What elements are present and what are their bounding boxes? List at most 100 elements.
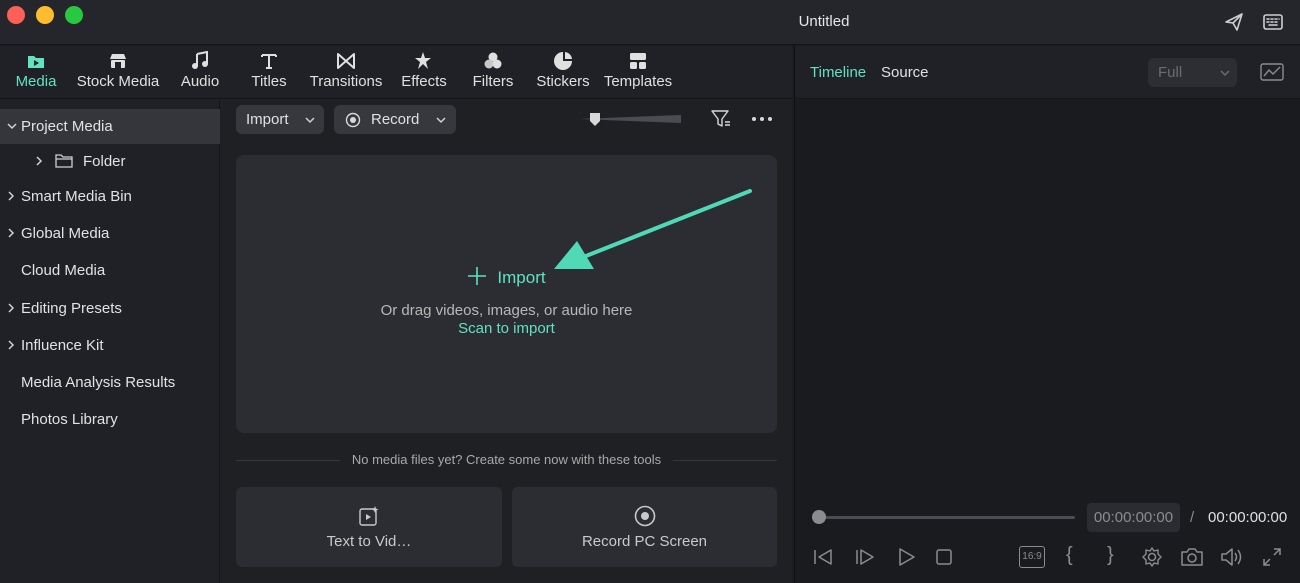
record-pc-screen-label: Record PC Screen [581,533,708,550]
media-panel: Media Stock Media Audio Titles Transitio… [0,46,792,583]
sidebar-item-label: Global Media [21,225,110,242]
title-bar: Untitled [0,0,1300,45]
media-content: Import Record Import Or drag videos, ima… [221,100,792,583]
chevron-down-icon [436,117,446,124]
sidebar-item-folder[interactable]: Folder [0,144,220,179]
sidebar-item-cloud-media[interactable]: Cloud Media [0,253,220,288]
zoom-window-button[interactable] [65,6,83,24]
settings-gear-icon[interactable] [1141,546,1163,568]
tab-source[interactable]: Source [881,64,929,81]
next-frame-icon[interactable] [854,546,876,568]
more-options-icon[interactable] [750,110,774,128]
import-link[interactable]: Import [236,266,777,288]
chevron-down-icon[interactable] [7,121,17,131]
sidebar-item-editing-presets[interactable]: Editing Presets [0,291,220,326]
filter-icon[interactable] [710,108,732,130]
drag-drop-hint: Or drag videos, images, or audio here [380,302,633,319]
previous-frame-icon[interactable] [812,546,834,568]
volume-icon[interactable] [1219,546,1243,568]
stop-icon[interactable] [933,546,955,568]
sidebar-item-smart-media-bin[interactable]: Smart Media Bin [0,179,220,214]
media-folder-icon [28,56,44,68]
import-drop-zone[interactable]: Import Or drag videos, images, or audio … [236,155,777,433]
sidebar-item-label: Folder [83,153,126,170]
sidebar-item-label: Smart Media Bin [21,188,132,205]
tab-stickers[interactable]: Stickers [532,46,594,99]
sidebar-item-label: Photos Library [21,411,118,428]
tab-titles[interactable]: Titles [244,46,294,99]
chevron-right-icon[interactable] [6,191,16,201]
media-nav-bar: Media Stock Media Audio Titles Transitio… [0,46,792,99]
send-feedback-icon[interactable] [1222,10,1246,34]
import-link-label: Import [497,268,546,287]
record-icon [345,112,361,128]
sidebar-item-label: Influence Kit [21,337,104,354]
close-window-button[interactable] [7,6,25,24]
text-to-video-icon [359,506,379,526]
media-sidebar: Project Media Folder Smart Media Bin Glo… [0,100,220,583]
tab-effects-label: Effects [401,73,447,90]
text-to-video-button[interactable]: Text to Vid… [236,487,502,567]
title-t-icon [261,54,277,69]
tab-audio[interactable]: Audio [174,46,226,99]
import-dropdown-button[interactable]: Import [236,105,324,134]
time-separator: / [1190,509,1195,526]
sidebar-item-label: Cloud Media [21,262,106,279]
sidebar-item-global-media[interactable]: Global Media [0,216,220,251]
mark-out-icon[interactable]: } [1107,544,1114,567]
import-button-label: Import [246,111,289,128]
tab-timeline[interactable]: Timeline [810,64,866,81]
total-time-display: 00:00:00:00 [1208,509,1288,526]
current-time-display[interactable]: 00:00:00:00 [1087,503,1180,532]
stock-media-icon [110,54,126,68]
window-title: Untitled [798,13,850,30]
tab-stock-media-label: Stock Media [76,73,160,90]
sidebar-item-label: Editing Presets [21,300,122,317]
preview-panel: Timeline Source Full 00:00:00:00 / 00:00… [794,46,1300,583]
chevron-right-icon[interactable] [6,340,16,350]
minimize-window-button[interactable] [36,6,54,24]
tab-stock-media[interactable]: Stock Media [72,46,164,99]
tab-effects[interactable]: Effects [396,46,452,99]
scan-to-import-link[interactable]: Scan to import [236,320,777,337]
fullscreen-icon[interactable] [1261,546,1283,568]
keyboard-icon[interactable] [1261,10,1285,34]
sidebar-item-label: Media Analysis Results [21,374,176,391]
transition-icon [337,53,355,69]
tab-titles-label: Titles [251,73,287,90]
tab-audio-label: Audio [180,73,220,90]
snapshot-camera-icon[interactable] [1180,546,1204,568]
sidebar-item-project-media[interactable]: Project Media [0,109,220,144]
playhead-scrubber[interactable] [811,509,1077,525]
sidebar-item-media-analysis-results[interactable]: Media Analysis Results [0,365,220,400]
text-to-video-label: Text to Vid… [326,533,412,550]
empty-media-message: No media files yet? Create some now with… [351,452,662,467]
tab-templates[interactable]: Templates [600,46,676,99]
chevron-right-icon[interactable] [6,228,16,238]
waveform-monitor-icon[interactable] [1260,62,1284,82]
templates-icon [630,53,646,69]
filters-icon [484,52,502,69]
aspect-ratio-button[interactable]: 16:9 [1019,546,1045,568]
tab-transitions-label: Transitions [309,73,383,90]
chevron-right-icon[interactable] [34,156,44,166]
tab-stickers-label: Stickers [536,73,590,90]
record-button-label: Record [371,111,420,128]
record-pc-screen-button[interactable]: Record PC Screen [512,487,777,567]
preview-quality-select[interactable]: Full [1148,58,1237,87]
chevron-down-icon [305,117,315,124]
tab-filters[interactable]: Filters [466,46,520,99]
mark-in-icon[interactable]: { [1066,544,1073,567]
folder-icon [55,154,73,168]
effects-icon [415,52,431,69]
thumbnail-size-slider[interactable] [577,110,683,128]
record-dropdown-button[interactable]: Record [334,105,456,134]
sidebar-item-photos-library[interactable]: Photos Library [0,402,220,437]
chevron-down-icon [1220,70,1230,77]
chevron-right-icon[interactable] [6,303,16,313]
tab-media[interactable]: Media [8,46,64,99]
sidebar-item-influence-kit[interactable]: Influence Kit [0,328,220,363]
tab-transitions[interactable]: Transitions [304,46,388,99]
tab-templates-label: Templates [603,73,673,90]
play-icon[interactable] [895,546,917,568]
